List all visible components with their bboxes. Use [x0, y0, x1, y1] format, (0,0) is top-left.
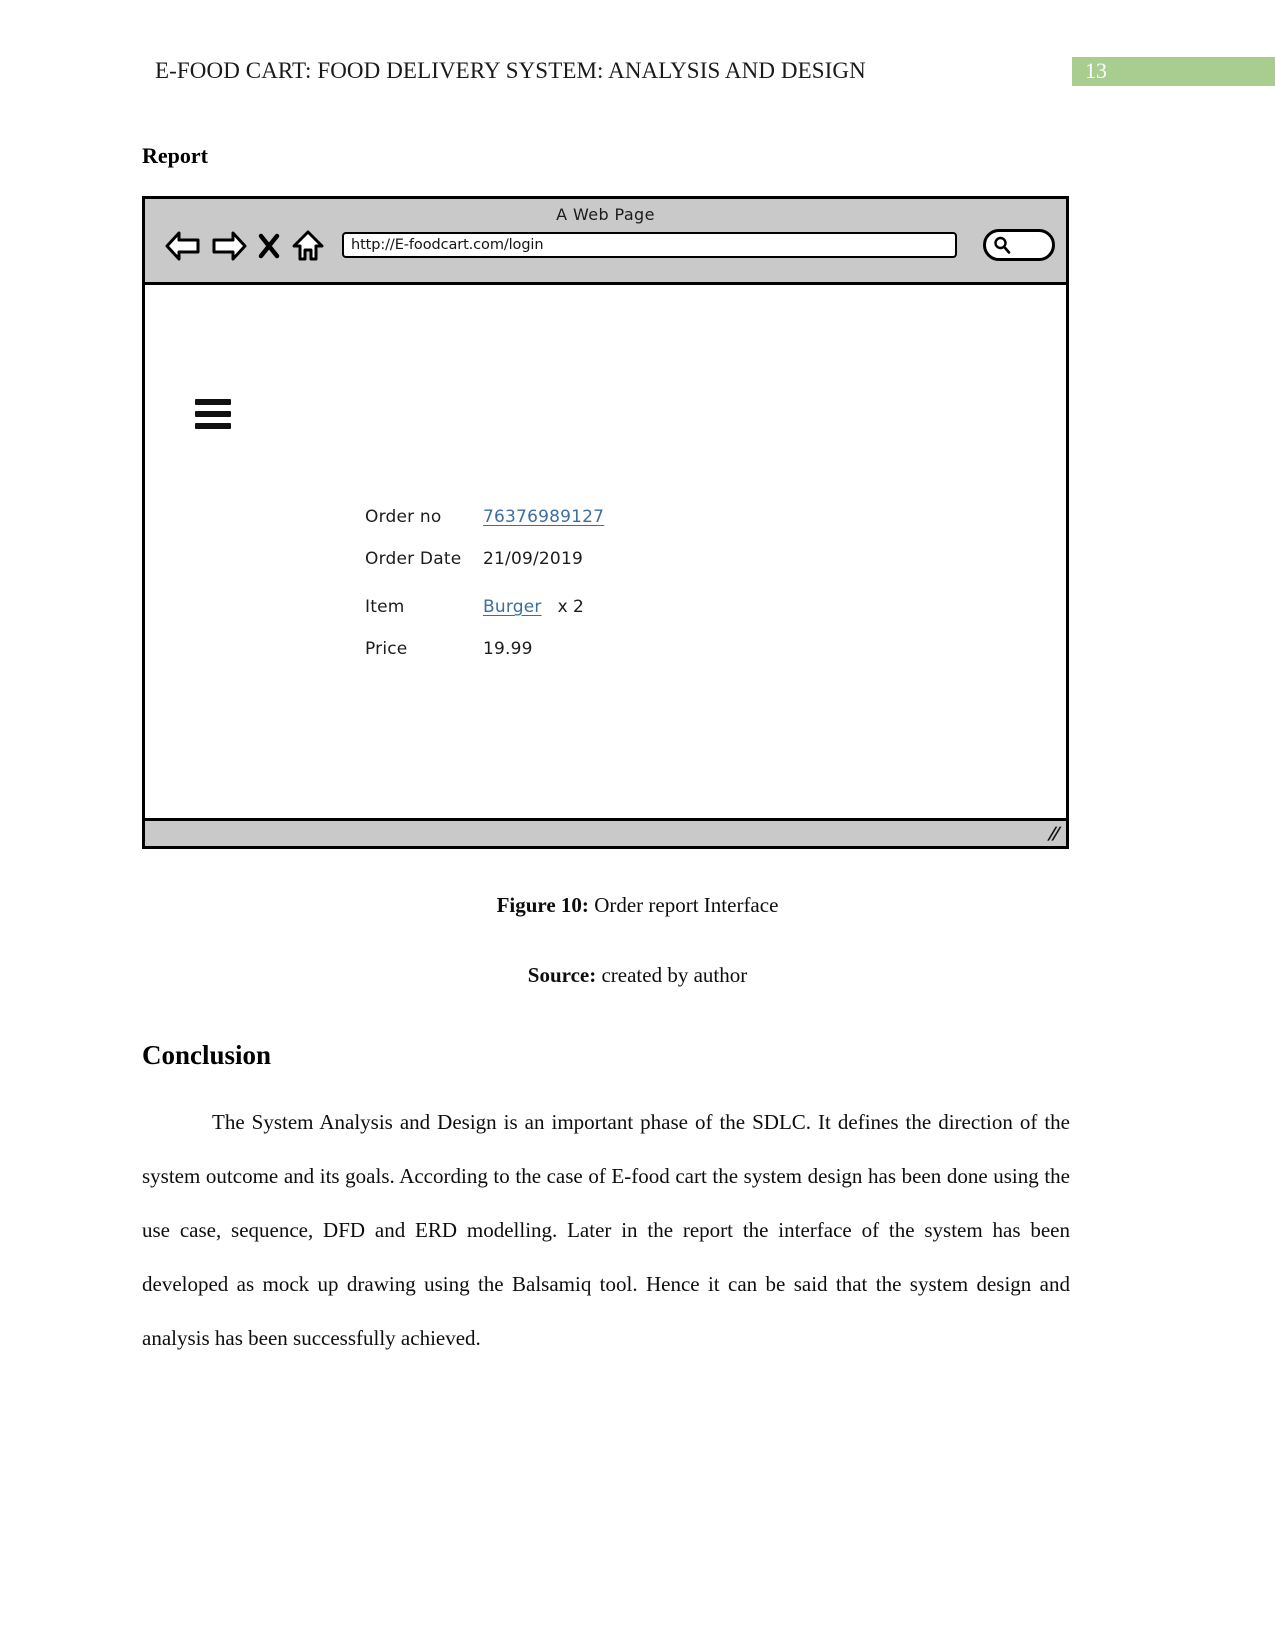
price-row: Price 19.99 — [365, 639, 835, 659]
forward-arrow-icon[interactable] — [211, 230, 247, 262]
hamburger-menu-icon[interactable] — [195, 399, 231, 429]
browser-chrome: A Web Page http://E-foodcart.com/login — [145, 199, 1066, 285]
url-text: http://E-foodcart.com/login — [351, 237, 544, 253]
figure-caption-text: Order report Interface — [588, 893, 779, 917]
wireframe-browser-mockup: A Web Page http://E-foodcart.com/login O… — [142, 196, 1069, 849]
resize-handle-icon[interactable]: // — [1046, 824, 1060, 844]
home-icon[interactable] — [291, 229, 325, 263]
order-date-row: Order Date 21/09/2019 — [365, 549, 835, 569]
item-quantity: x 2 — [557, 597, 584, 617]
figure-caption-label: Figure 10: — [496, 893, 589, 917]
item-label: Item — [365, 597, 405, 617]
page-header: E-FOOD CART: FOOD DELIVERY SYSTEM: ANALY… — [0, 0, 1275, 120]
source-caption-text: created by author — [596, 963, 748, 987]
back-arrow-icon[interactable] — [165, 230, 201, 262]
browser-nav-controls — [165, 229, 325, 263]
source-caption: Source: created by author — [0, 963, 1275, 988]
close-x-icon[interactable] — [257, 231, 281, 261]
figure-caption: Figure 10: Order report Interface — [0, 893, 1275, 918]
conclusion-paragraph: The System Analysis and Design is an imp… — [142, 1110, 1070, 1350]
heading-report: Report — [142, 143, 208, 168]
hamburger-bar — [195, 423, 231, 429]
order-report-details: Order no 76376989127 Order Date 21/09/20… — [365, 507, 835, 681]
page-number: 13 — [1085, 58, 1107, 83]
heading-conclusion: Conclusion — [142, 1040, 272, 1070]
source-caption-label: Source: — [527, 963, 597, 987]
price-label: Price — [365, 639, 408, 659]
order-no-value[interactable]: 76376989127 — [483, 507, 604, 527]
browser-status-bar: // — [145, 818, 1066, 846]
hamburger-bar — [195, 411, 231, 417]
browser-window-title: A Web Page — [556, 205, 655, 224]
item-row: Item Burger x 2 — [365, 597, 835, 617]
item-value[interactable]: Burger — [483, 597, 542, 617]
search-input[interactable] — [983, 229, 1055, 261]
mockup-page-body: Order no 76376989127 Order Date 21/09/20… — [145, 285, 1066, 818]
order-no-label: Order no — [365, 507, 442, 527]
url-bar[interactable]: http://E-foodcart.com/login — [342, 232, 957, 258]
order-no-row: Order no 76376989127 — [365, 507, 835, 527]
order-date-label: Order Date — [365, 549, 462, 569]
price-value: 19.99 — [483, 639, 533, 659]
hamburger-bar — [195, 399, 231, 405]
search-icon — [994, 236, 1011, 254]
document-running-head: E-FOOD CART: FOOD DELIVERY SYSTEM: ANALY… — [155, 58, 866, 83]
order-date-value: 21/09/2019 — [483, 549, 583, 569]
